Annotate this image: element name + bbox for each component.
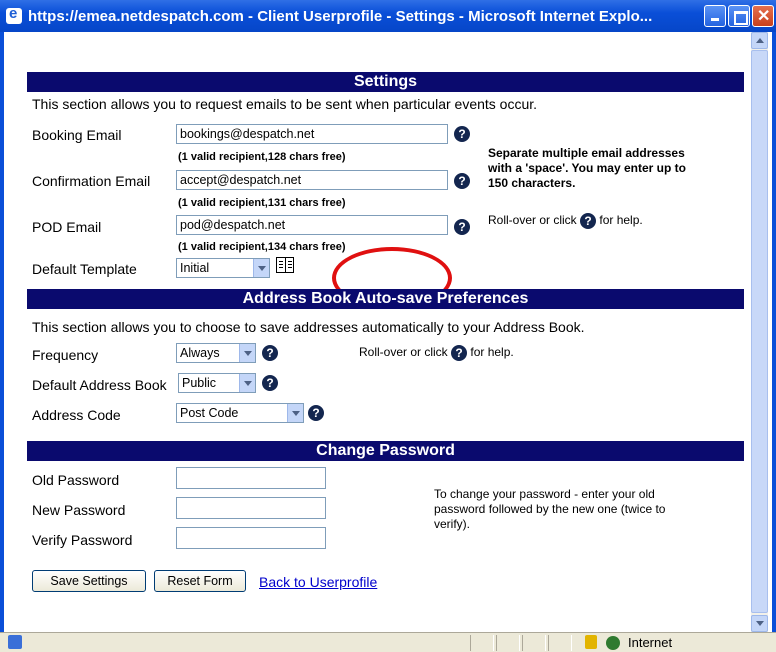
maximize-button[interactable] — [728, 5, 750, 27]
default-template-label: Default Template — [32, 261, 137, 277]
scroll-down-button[interactable] — [751, 615, 768, 632]
help-icon: ? — [580, 213, 597, 229]
password-note: To change your password - enter your old… — [434, 487, 666, 531]
default-book-help-icon[interactable]: ? — [262, 375, 278, 391]
separate-emails-note: Separate multiple email addresses with a… — [488, 146, 686, 190]
pod-email-label: POD Email — [32, 219, 102, 235]
pod-email-input[interactable]: pod@despatch.net — [176, 215, 448, 235]
chevron-down-icon — [253, 259, 269, 277]
confirmation-help-icon[interactable]: ? — [454, 173, 470, 189]
old-password-label: Old Password — [32, 472, 120, 488]
confirmation-email-input[interactable]: accept@despatch.net — [176, 170, 448, 190]
verify-password-input[interactable] — [176, 527, 326, 549]
booking-email-input[interactable]: bookings@despatch.net — [176, 124, 448, 144]
address-code-value: Post Code — [180, 406, 239, 420]
addressbook-intro: This section allows you to choose to sav… — [32, 319, 585, 335]
default-template-value: Initial — [180, 261, 210, 275]
page-status-icon — [8, 635, 22, 649]
status-bar: Internet — [0, 632, 776, 652]
rollover-text-before: Roll-over or click — [359, 345, 448, 360]
save-settings-button[interactable]: Save Settings — [32, 570, 146, 592]
default-address-book-label: Default Address Book — [32, 377, 167, 393]
close-button[interactable] — [752, 5, 774, 27]
status-cell — [548, 635, 572, 651]
rollover-text-after: for help. — [470, 345, 514, 360]
vertical-scrollbar[interactable] — [751, 32, 768, 632]
globe-icon — [606, 636, 620, 650]
settings-intro: This section allows you to request email… — [32, 96, 538, 112]
lock-icon — [585, 635, 597, 649]
old-password-input[interactable] — [176, 467, 326, 489]
settings-rollover-note: Roll-over or click ? for help. — [488, 213, 643, 229]
chevron-down-icon — [239, 374, 255, 392]
booking-recipient-info: (1 valid recipient,128 chars free) — [178, 151, 346, 163]
chevron-down-icon — [287, 404, 303, 422]
chevron-down-icon — [239, 344, 255, 362]
default-address-book-select[interactable]: Public — [178, 373, 256, 393]
confirmation-email-label: Confirmation Email — [32, 173, 151, 189]
page-content: Settings This section allows you to requ… — [8, 32, 763, 632]
frequency-label: Frequency — [32, 347, 99, 363]
window-titlebar[interactable]: https://emea.netdespatch.com - Client Us… — [0, 0, 776, 32]
security-zone-label: Internet — [628, 635, 673, 650]
minimize-button[interactable] — [704, 5, 726, 27]
rollover-text-after: for help. — [599, 213, 643, 228]
frequency-select[interactable]: Always — [176, 343, 256, 363]
new-password-input[interactable] — [176, 497, 326, 519]
pod-help-icon[interactable]: ? — [454, 219, 470, 235]
booking-help-icon[interactable]: ? — [454, 126, 470, 142]
confirmation-recipient-info: (1 valid recipient,131 chars free) — [178, 197, 346, 209]
address-code-select[interactable]: Post Code — [176, 403, 304, 423]
default-template-select[interactable]: Initial — [176, 258, 270, 278]
booking-email-label: Booking Email — [32, 127, 122, 143]
window-title: https://emea.netdespatch.com - Client Us… — [28, 7, 653, 25]
scroll-up-button[interactable] — [751, 32, 768, 49]
addressbook-rollover-note: Roll-over or click ? for help. — [359, 345, 514, 361]
rollover-text-before: Roll-over or click — [488, 213, 577, 228]
address-book-icon[interactable] — [276, 257, 294, 273]
back-to-userprofile-link[interactable]: Back to Userprofile — [259, 574, 377, 590]
pod-recipient-info: (1 valid recipient,134 chars free) — [178, 241, 346, 253]
password-header: Change Password — [27, 441, 744, 461]
address-code-label: Address Code — [32, 407, 121, 423]
scroll-thumb[interactable] — [751, 50, 768, 613]
frequency-value: Always — [180, 346, 220, 360]
help-icon: ? — [451, 345, 468, 361]
reset-form-button[interactable]: Reset Form — [154, 570, 246, 592]
status-cell — [470, 635, 494, 651]
addressbook-header: Address Book Auto-save Preferences — [27, 289, 744, 309]
default-address-book-value: Public — [182, 376, 217, 390]
settings-header: Settings — [27, 72, 744, 92]
new-password-label: New Password — [32, 502, 126, 518]
status-cell — [496, 635, 520, 651]
browser-frame: Settings This section allows you to requ… — [0, 32, 776, 632]
status-cell — [522, 635, 546, 651]
verify-password-label: Verify Password — [32, 532, 133, 548]
address-code-help-icon[interactable]: ? — [308, 405, 324, 421]
frequency-help-icon[interactable]: ? — [262, 345, 278, 361]
ie-logo-icon — [6, 5, 22, 24]
